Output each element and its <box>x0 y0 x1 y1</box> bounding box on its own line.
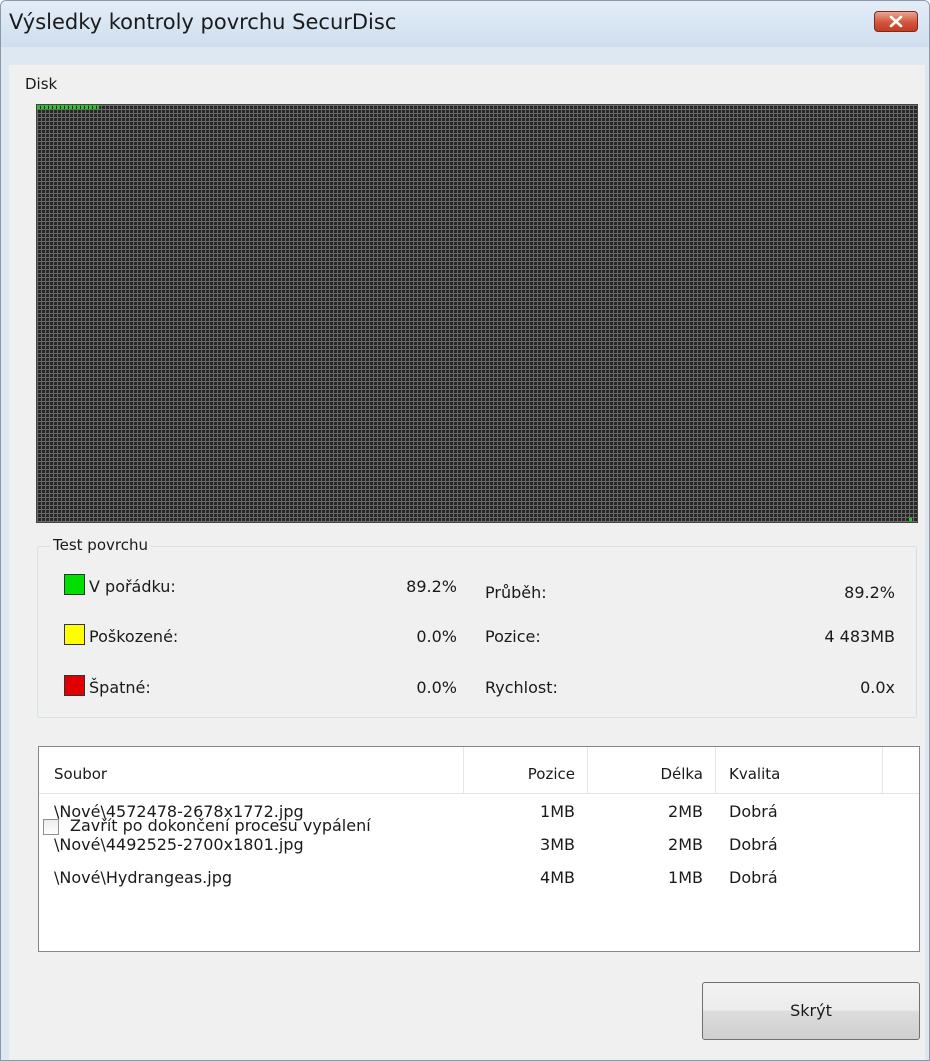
speed-value: 0.0x <box>860 678 895 697</box>
progress-label: Průběh: <box>485 583 547 602</box>
file-quality-cell: Dobrá <box>729 802 778 821</box>
surface-map-tested-blocks <box>37 105 99 109</box>
column-divider[interactable] <box>882 747 883 793</box>
column-divider[interactable] <box>587 747 588 793</box>
file-quality-cell: Dobrá <box>729 835 778 854</box>
file-length-cell: 2MB <box>668 802 703 821</box>
position-value: 4 483MB <box>824 627 895 646</box>
column-divider[interactable] <box>715 747 716 793</box>
legend-label-ok: V pořádku: <box>89 577 176 596</box>
column-header-file[interactable]: Soubor <box>54 765 107 783</box>
file-position-cell: 3MB <box>540 835 575 854</box>
close-after-burn-label[interactable]: Zavřít po dokončení procesu vypálení <box>70 816 371 835</box>
dialog-window: Výsledky kontroly povrchu SecurDisc Disk… <box>0 0 930 1061</box>
file-length-cell: 1MB <box>668 868 703 887</box>
column-divider[interactable] <box>463 747 464 793</box>
legend-swatch-ok <box>64 574 85 595</box>
legend-swatch-damaged <box>64 624 85 645</box>
legend-value-bad: 0.0% <box>416 678 457 697</box>
legend-swatch-bad <box>64 675 85 696</box>
position-label: Pozice: <box>485 627 541 646</box>
file-list[interactable]: Soubor Pozice Délka Kvalita \Nové\457247… <box>38 746 920 952</box>
legend-value-damaged: 0.0% <box>416 627 457 646</box>
legend-value-ok: 89.2% <box>406 577 457 596</box>
window-title: Výsledky kontroly povrchu SecurDisc <box>9 10 397 34</box>
file-length-cell: 2MB <box>668 835 703 854</box>
file-position-cell: 4MB <box>540 868 575 887</box>
column-header-length[interactable]: Délka <box>603 765 703 783</box>
progress-value: 89.2% <box>844 583 895 602</box>
file-quality-cell: Dobrá <box>729 868 778 887</box>
title-bar[interactable]: Výsledky kontroly povrchu SecurDisc <box>1 1 929 47</box>
column-header-position[interactable]: Pozice <box>479 765 575 783</box>
file-list-header: Soubor Pozice Délka Kvalita <box>39 747 919 794</box>
disk-surface-map <box>36 104 918 523</box>
close-after-burn-checkbox[interactable] <box>43 819 59 835</box>
close-button[interactable] <box>874 11 918 32</box>
surface-test-title: Test povrchu <box>50 536 151 554</box>
speed-label: Rychlost: <box>485 678 558 697</box>
column-header-quality[interactable]: Kvalita <box>729 765 780 783</box>
surface-map-current-block <box>909 518 912 521</box>
close-icon <box>889 15 903 28</box>
file-position-cell: 1MB <box>540 802 575 821</box>
disk-label: Disk <box>25 75 58 93</box>
file-name-cell[interactable]: \Nové\Hydrangeas.jpg <box>54 868 232 887</box>
file-name-cell[interactable]: \Nové\4492525-2700x1801.jpg <box>54 835 304 854</box>
legend-label-bad: Špatné: <box>89 678 151 697</box>
hide-button-label: Skrýt <box>790 1001 832 1020</box>
hide-button[interactable]: Skrýt <box>702 982 920 1040</box>
legend-label-damaged: Poškozené: <box>89 627 179 646</box>
